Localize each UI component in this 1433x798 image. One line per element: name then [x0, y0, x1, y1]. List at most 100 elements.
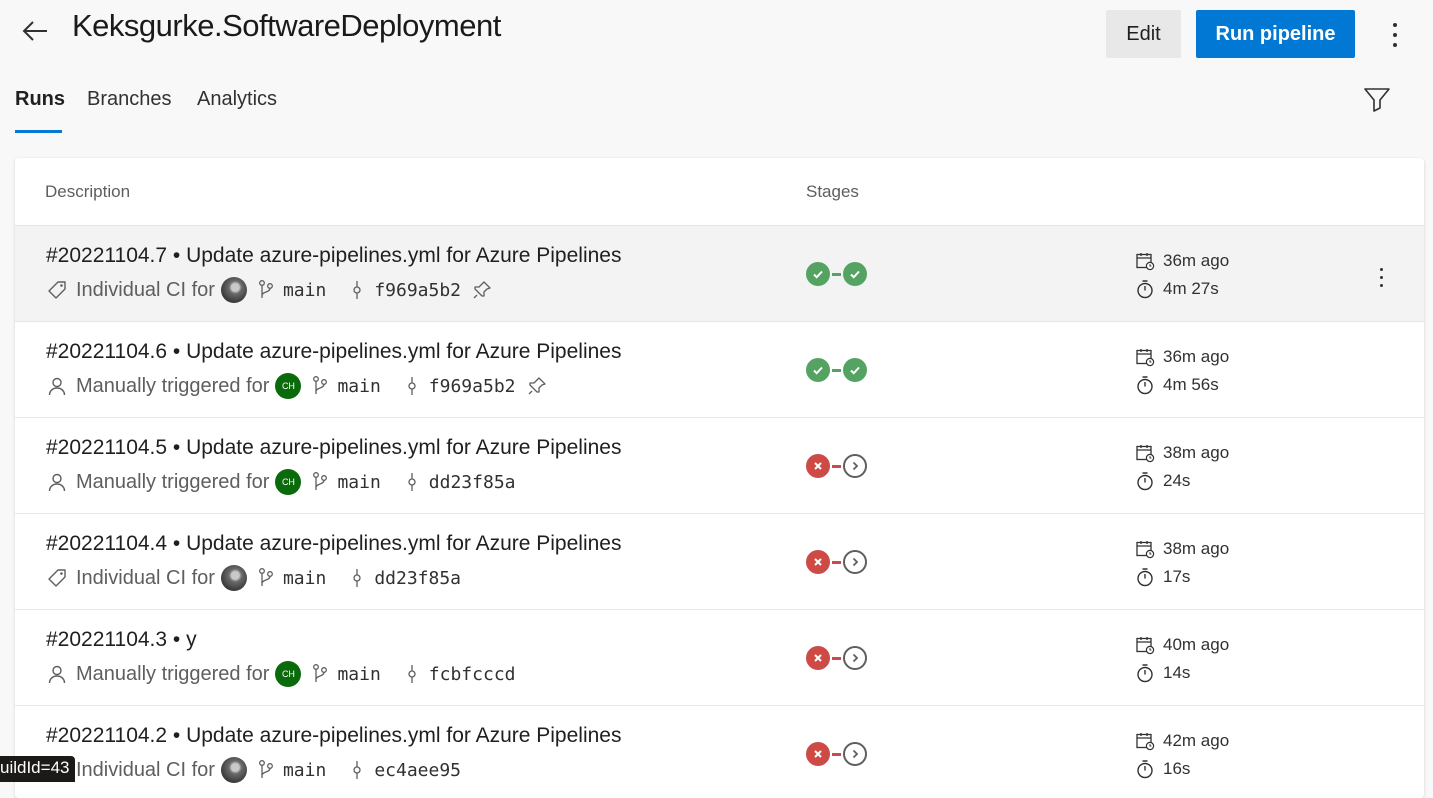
commit-icon: [348, 567, 366, 589]
started-time: 36m ago: [1135, 343, 1229, 371]
stage-skipped-icon[interactable]: [843, 550, 867, 574]
trigger-text: Manually triggered for: [76, 662, 270, 685]
commit-hash[interactable]: f969a5b2: [374, 280, 461, 301]
branch-name[interactable]: main: [283, 280, 326, 301]
tab-analytics[interactable]: Analytics: [197, 88, 277, 111]
row-more-actions-icon[interactable]: [1377, 262, 1385, 292]
calendar-icon: [1135, 347, 1155, 367]
commit-icon: [403, 663, 421, 685]
duration-text: 4m 27s: [1163, 279, 1219, 298]
branch-name[interactable]: main: [283, 568, 326, 589]
commit-hash[interactable]: fcbfcccd: [429, 664, 516, 685]
calendar-icon: [1135, 251, 1155, 271]
stage-status[interactable]: [806, 358, 867, 382]
run-title[interactable]: #20221104.3 • y: [46, 628, 197, 652]
trigger-text: Individual CI for: [76, 566, 215, 589]
run-times: 38m ago 17s: [1135, 535, 1229, 591]
tab-runs[interactable]: Runs: [15, 88, 65, 111]
started-text: 42m ago: [1163, 731, 1230, 750]
stage-status[interactable]: [806, 646, 867, 670]
commit-hash[interactable]: dd23f85a: [429, 472, 516, 493]
more-actions-icon[interactable]: [1381, 18, 1409, 52]
page-header: Keksgurke.SoftwareDeployment Edit Run pi…: [0, 0, 1433, 70]
commit-hash[interactable]: ec4aee95: [374, 760, 461, 781]
stage-failed-icon[interactable]: [806, 550, 830, 574]
commit-icon: [403, 375, 421, 397]
run-title[interactable]: #20221104.4 • Update azure-pipelines.yml…: [46, 532, 621, 556]
branch-name[interactable]: main: [337, 376, 380, 397]
stage-success-icon[interactable]: [843, 358, 867, 382]
branch-icon: [257, 567, 275, 589]
stage-skipped-icon[interactable]: [843, 742, 867, 766]
avatar[interactable]: CH: [275, 373, 302, 399]
stage-status[interactable]: [806, 454, 867, 478]
run-pipeline-button[interactable]: Run pipeline: [1196, 10, 1355, 58]
run-title[interactable]: #20221104.5 • Update azure-pipelines.yml…: [46, 436, 621, 460]
branch-name[interactable]: main: [337, 664, 380, 685]
started-time: 40m ago: [1135, 631, 1229, 659]
stage-status[interactable]: [806, 262, 867, 286]
stage-status[interactable]: [806, 742, 867, 766]
stage-success-icon[interactable]: [806, 358, 830, 382]
run-row[interactable]: #20221104.2 • Update azure-pipelines.yml…: [15, 706, 1424, 798]
commit-icon: [403, 471, 421, 493]
stage-failed-icon[interactable]: [806, 454, 830, 478]
run-times: 36m ago 4m 27s: [1135, 247, 1229, 303]
run-title[interactable]: #20221104.7 • Update azure-pipelines.yml…: [46, 244, 621, 268]
stage-failed-icon[interactable]: [806, 646, 830, 670]
run-row[interactable]: #20221104.3 • y Manually triggered for CH m…: [15, 610, 1424, 706]
commit-icon: [348, 279, 366, 301]
avatar[interactable]: CH: [275, 469, 302, 495]
run-meta: Manually triggered for CH main f969a5b2: [46, 372, 548, 400]
runs-table: Description Stages #20221104.7 • Update …: [15, 158, 1424, 798]
person-icon: [46, 375, 68, 397]
tab-branches[interactable]: Branches: [87, 88, 172, 111]
edit-button[interactable]: Edit: [1106, 10, 1181, 58]
commit-hash[interactable]: f969a5b2: [429, 376, 516, 397]
run-title[interactable]: #20221104.6 • Update azure-pipelines.yml…: [46, 340, 621, 364]
branch-name[interactable]: main: [337, 472, 380, 493]
commit-hash[interactable]: dd23f85a: [374, 568, 461, 589]
tab-bar: Runs Branches Analytics: [0, 80, 1433, 136]
stage-skipped-icon[interactable]: [843, 646, 867, 670]
run-row[interactable]: #20221104.6 • Update azure-pipelines.yml…: [15, 322, 1424, 418]
stage-success-icon[interactable]: [843, 262, 867, 286]
filter-icon[interactable]: [1363, 86, 1393, 114]
run-meta: Individual CI for main dd23f85a: [46, 564, 471, 592]
stage-success-icon[interactable]: [806, 262, 830, 286]
person-icon: [46, 663, 68, 685]
run-row[interactable]: #20221104.4 • Update azure-pipelines.yml…: [15, 514, 1424, 610]
timer-icon: [1135, 375, 1155, 395]
person-icon: [46, 471, 68, 493]
calendar-icon: [1135, 443, 1155, 463]
avatar[interactable]: CH: [275, 661, 302, 687]
duration: 4m 27s: [1135, 275, 1229, 303]
stage-status[interactable]: [806, 550, 867, 574]
avatar[interactable]: [220, 565, 247, 591]
branch-name[interactable]: main: [283, 760, 326, 781]
run-title[interactable]: #20221104.2 • Update azure-pipelines.yml…: [46, 724, 621, 748]
table-header: Description Stages: [15, 158, 1424, 226]
column-header-stages: Stages: [806, 182, 859, 201]
run-row[interactable]: #20221104.5 • Update azure-pipelines.yml…: [15, 418, 1424, 514]
commit-icon: [348, 759, 366, 781]
pin-icon: [526, 375, 548, 397]
back-arrow-icon[interactable]: [18, 14, 52, 48]
avatar[interactable]: [220, 277, 247, 303]
started-text: 38m ago: [1163, 443, 1230, 462]
tag-icon: [46, 279, 68, 301]
branch-icon: [311, 375, 329, 397]
trigger-text: Individual CI for: [76, 278, 215, 301]
run-times: 42m ago 16s: [1135, 727, 1229, 783]
stage-skipped-icon[interactable]: [843, 454, 867, 478]
avatar[interactable]: [220, 757, 247, 783]
run-meta: Individual CI for main f969a5b2: [46, 276, 493, 304]
run-row[interactable]: #20221104.7 • Update azure-pipelines.yml…: [15, 226, 1424, 322]
stage-connector: [832, 560, 841, 564]
timer-icon: [1135, 759, 1155, 779]
column-header-description: Description: [45, 182, 131, 201]
stage-failed-icon[interactable]: [806, 742, 830, 766]
branch-icon: [311, 663, 329, 685]
duration-text: 24s: [1163, 471, 1191, 490]
stage-connector: [832, 656, 841, 660]
